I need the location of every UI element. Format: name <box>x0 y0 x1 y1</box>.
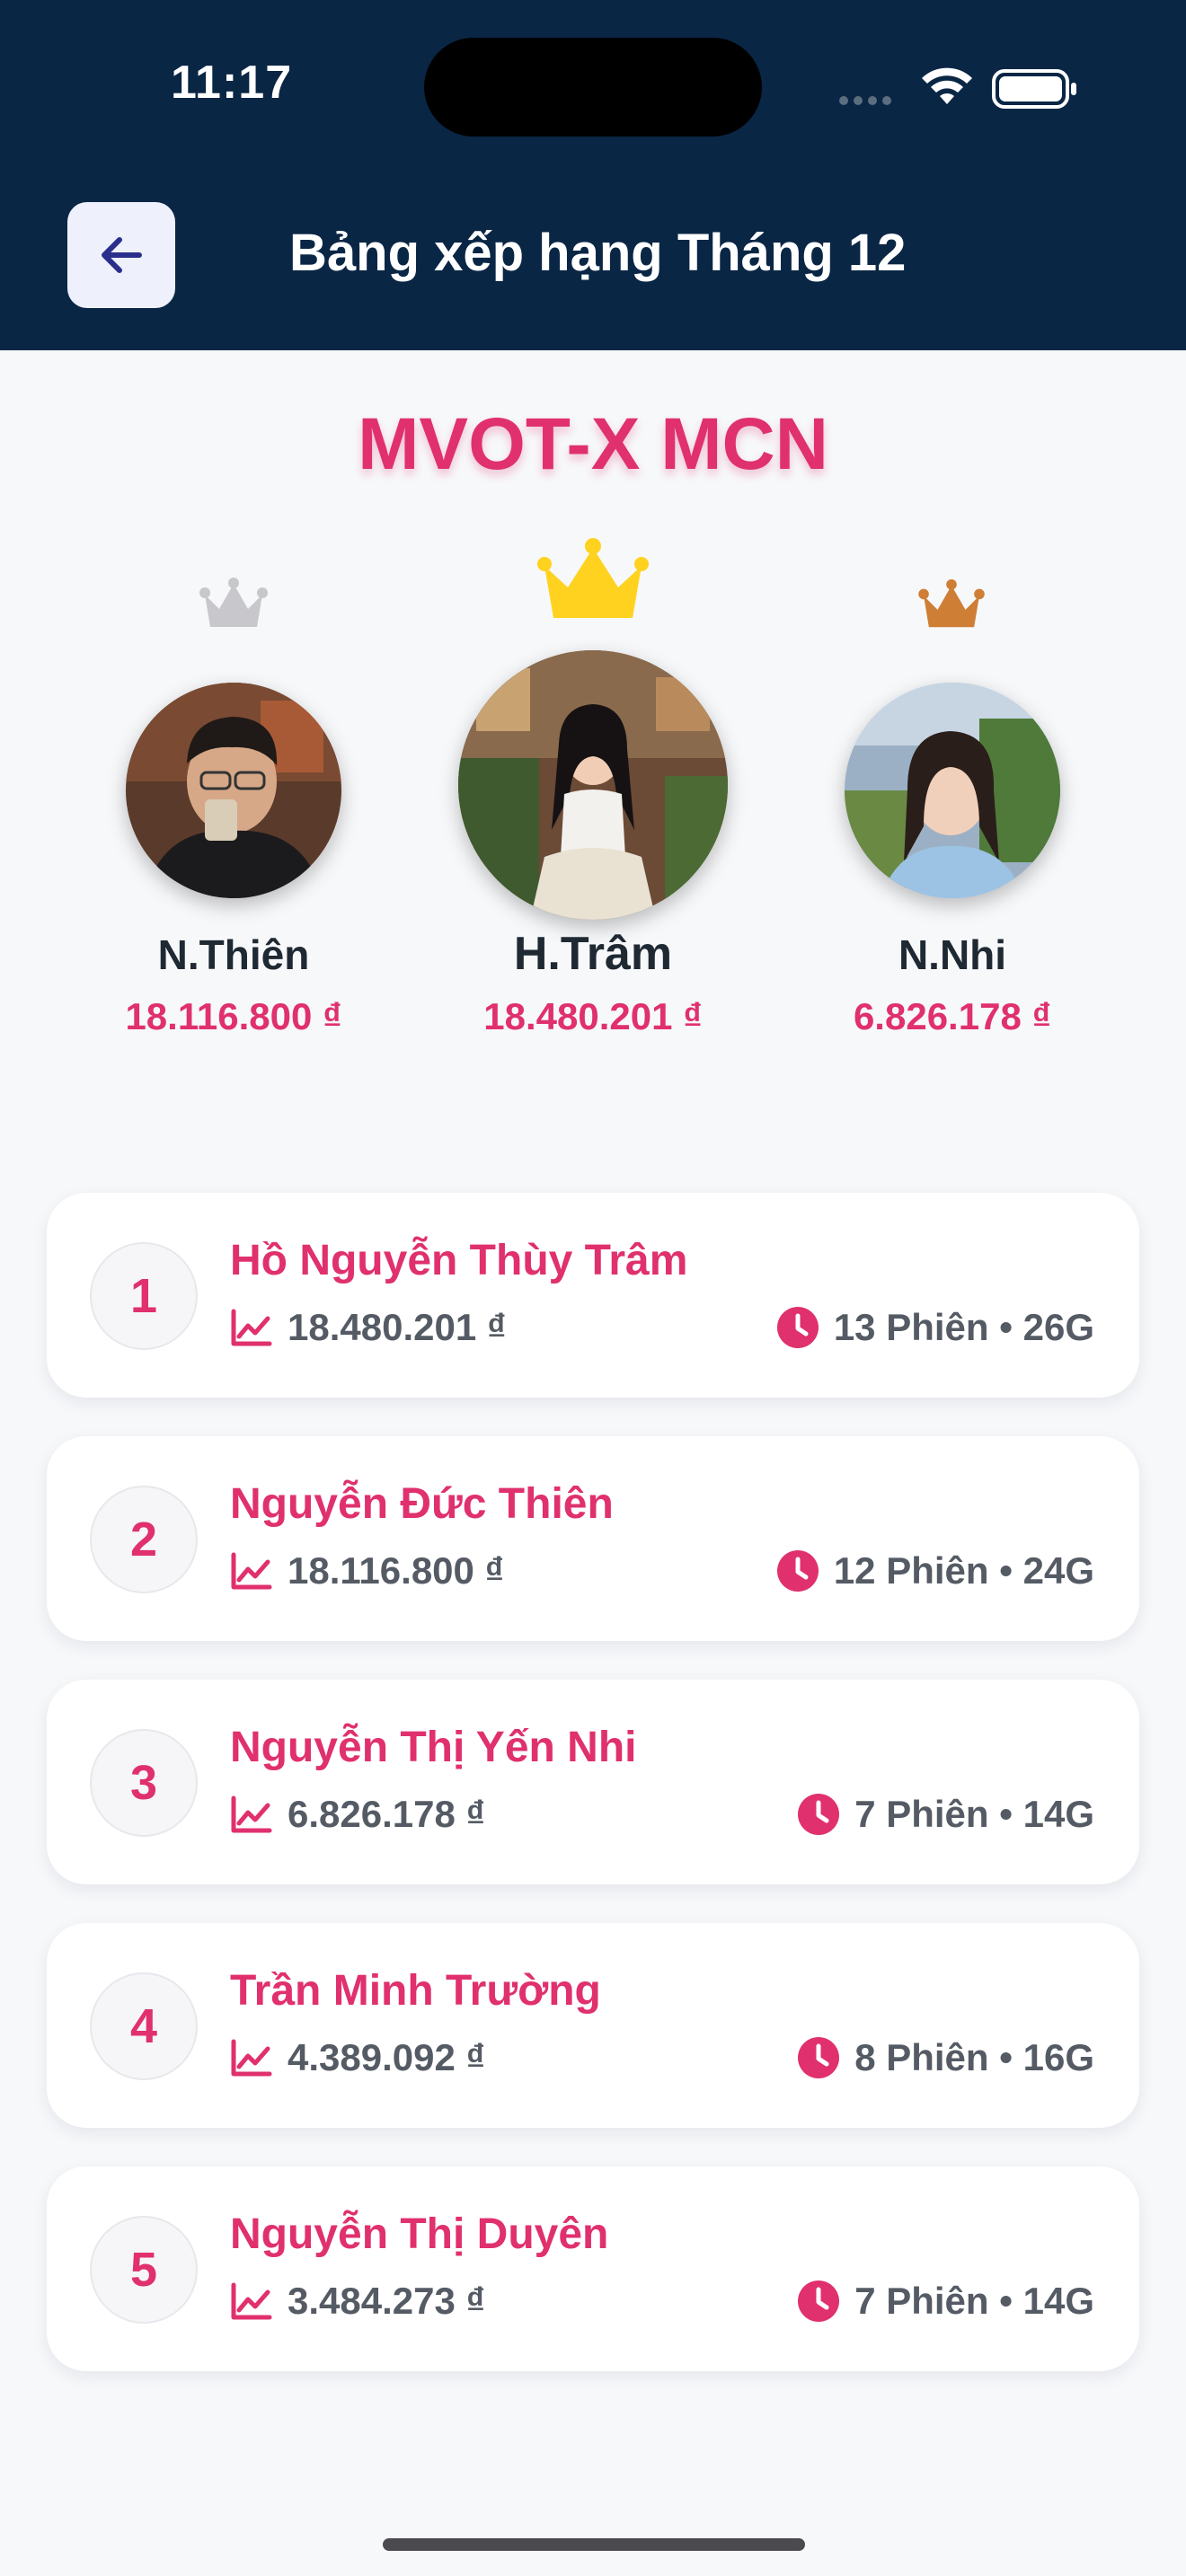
home-indicator[interactable] <box>383 2538 805 2551</box>
sessions: 8 Phiên • 16G <box>797 2036 1094 2079</box>
podium-name: N.Nhi <box>898 931 1007 978</box>
sessions: 7 Phiên • 14G <box>797 2280 1094 2323</box>
podium-amount: 18.116.800 ₫ <box>125 995 342 1037</box>
avatar <box>845 683 1060 898</box>
sessions: 13 Phiên • 26G <box>776 1306 1094 1349</box>
revenue-value: 6.826.178 ₫ <box>288 1793 486 1835</box>
ranking-card[interactable]: 3 Nguyễn Thị Yến Nhi 6.826.178 ₫ 7 Phiên… <box>47 1680 1139 1884</box>
clock-icon <box>798 1794 840 1835</box>
trend-chart-icon <box>231 1309 272 1346</box>
wifi-icon <box>922 67 972 104</box>
rank-badge: 3 <box>90 1729 198 1837</box>
avatar <box>126 683 341 898</box>
status-time: 11:17 <box>171 57 293 109</box>
member-name: Nguyễn Thị Yến Nhi <box>230 1724 637 1771</box>
page-title: Bảng xếp hạng Tháng 12 <box>289 224 907 282</box>
revenue-value: 4.389.092 ₫ <box>288 2036 486 2078</box>
clock-icon <box>776 1307 819 1348</box>
revenue: 18.480.201 ₫ <box>230 1306 506 1349</box>
sessions: 12 Phiên • 24G <box>776 1549 1094 1592</box>
sessions-value: 13 Phiên • 26G <box>833 1306 1094 1348</box>
revenue-value: 3.484.273 ₫ <box>288 2280 486 2322</box>
back-button[interactable] <box>67 202 175 308</box>
rank-badge: 4 <box>90 1972 198 2080</box>
ranking-card[interactable]: 1 Hồ Nguyễn Thùy Trâm 18.480.201 ₫ 13 Ph… <box>47 1193 1139 1398</box>
podium-amount: 18.480.201 ₫ <box>483 995 703 1037</box>
revenue: 3.484.273 ₫ <box>230 2280 485 2323</box>
crown-icon <box>199 578 268 627</box>
podium-amount: 6.826.178 ₫ <box>853 995 1052 1037</box>
revenue: 4.389.092 ₫ <box>230 2036 485 2079</box>
rank-badge: 1 <box>90 1242 198 1350</box>
sessions-value: 8 Phiên • 16G <box>854 2036 1094 2078</box>
avatar <box>458 650 728 920</box>
clock-icon <box>798 2037 840 2078</box>
trend-chart-icon <box>231 1795 272 1833</box>
rank-badge: 5 <box>90 2216 198 2324</box>
dynamic-island <box>424 38 762 137</box>
sessions-value: 7 Phiên • 14G <box>854 1793 1094 1835</box>
trend-chart-icon <box>231 2282 272 2320</box>
trend-chart-icon <box>231 1552 272 1590</box>
member-name: Nguyễn Đức Thiên <box>230 1480 614 1528</box>
revenue-value: 18.480.201 ₫ <box>288 1306 507 1348</box>
clock-icon <box>776 1550 819 1592</box>
member-name: Nguyễn Thị Duyên <box>230 2210 609 2258</box>
crown-icon <box>918 578 985 628</box>
revenue: 18.116.800 ₫ <box>230 1549 504 1592</box>
app-header: 11:17 Bảng xếp hạng Tháng 12 <box>0 0 1186 350</box>
clock-icon <box>798 2280 840 2322</box>
trend-chart-icon <box>231 2039 272 2077</box>
podium-name: N.Thiên <box>157 931 310 978</box>
crown-icon <box>537 538 649 618</box>
ranking-card[interactable]: 2 Nguyễn Đức Thiên 18.116.800 ₫ 12 Phiên… <box>47 1436 1139 1641</box>
sessions: 7 Phiên • 14G <box>797 1793 1094 1836</box>
cellular-signal-icon <box>839 93 897 110</box>
podium-name: H.Trâm <box>513 928 673 980</box>
sessions-value: 7 Phiên • 14G <box>854 2280 1094 2322</box>
ranking-card[interactable]: 4 Trần Minh Trường 4.389.092 ₫ 8 Phiên •… <box>47 1923 1139 2128</box>
arrow-left-icon <box>102 237 142 273</box>
battery-icon <box>992 69 1076 109</box>
ranking-card[interactable]: 5 Nguyễn Thị Duyên 3.484.273 ₫ 7 Phiên •… <box>47 2166 1139 2371</box>
revenue-value: 18.116.800 ₫ <box>288 1549 505 1592</box>
member-name: Trần Minh Trường <box>230 1967 601 2015</box>
brand-title: MVOT-X MCN <box>358 403 828 485</box>
rank-badge: 2 <box>90 1486 198 1593</box>
member-name: Hồ Nguyễn Thùy Trâm <box>230 1237 688 1284</box>
sessions-value: 12 Phiên • 24G <box>833 1549 1094 1592</box>
revenue: 6.826.178 ₫ <box>230 1793 485 1836</box>
